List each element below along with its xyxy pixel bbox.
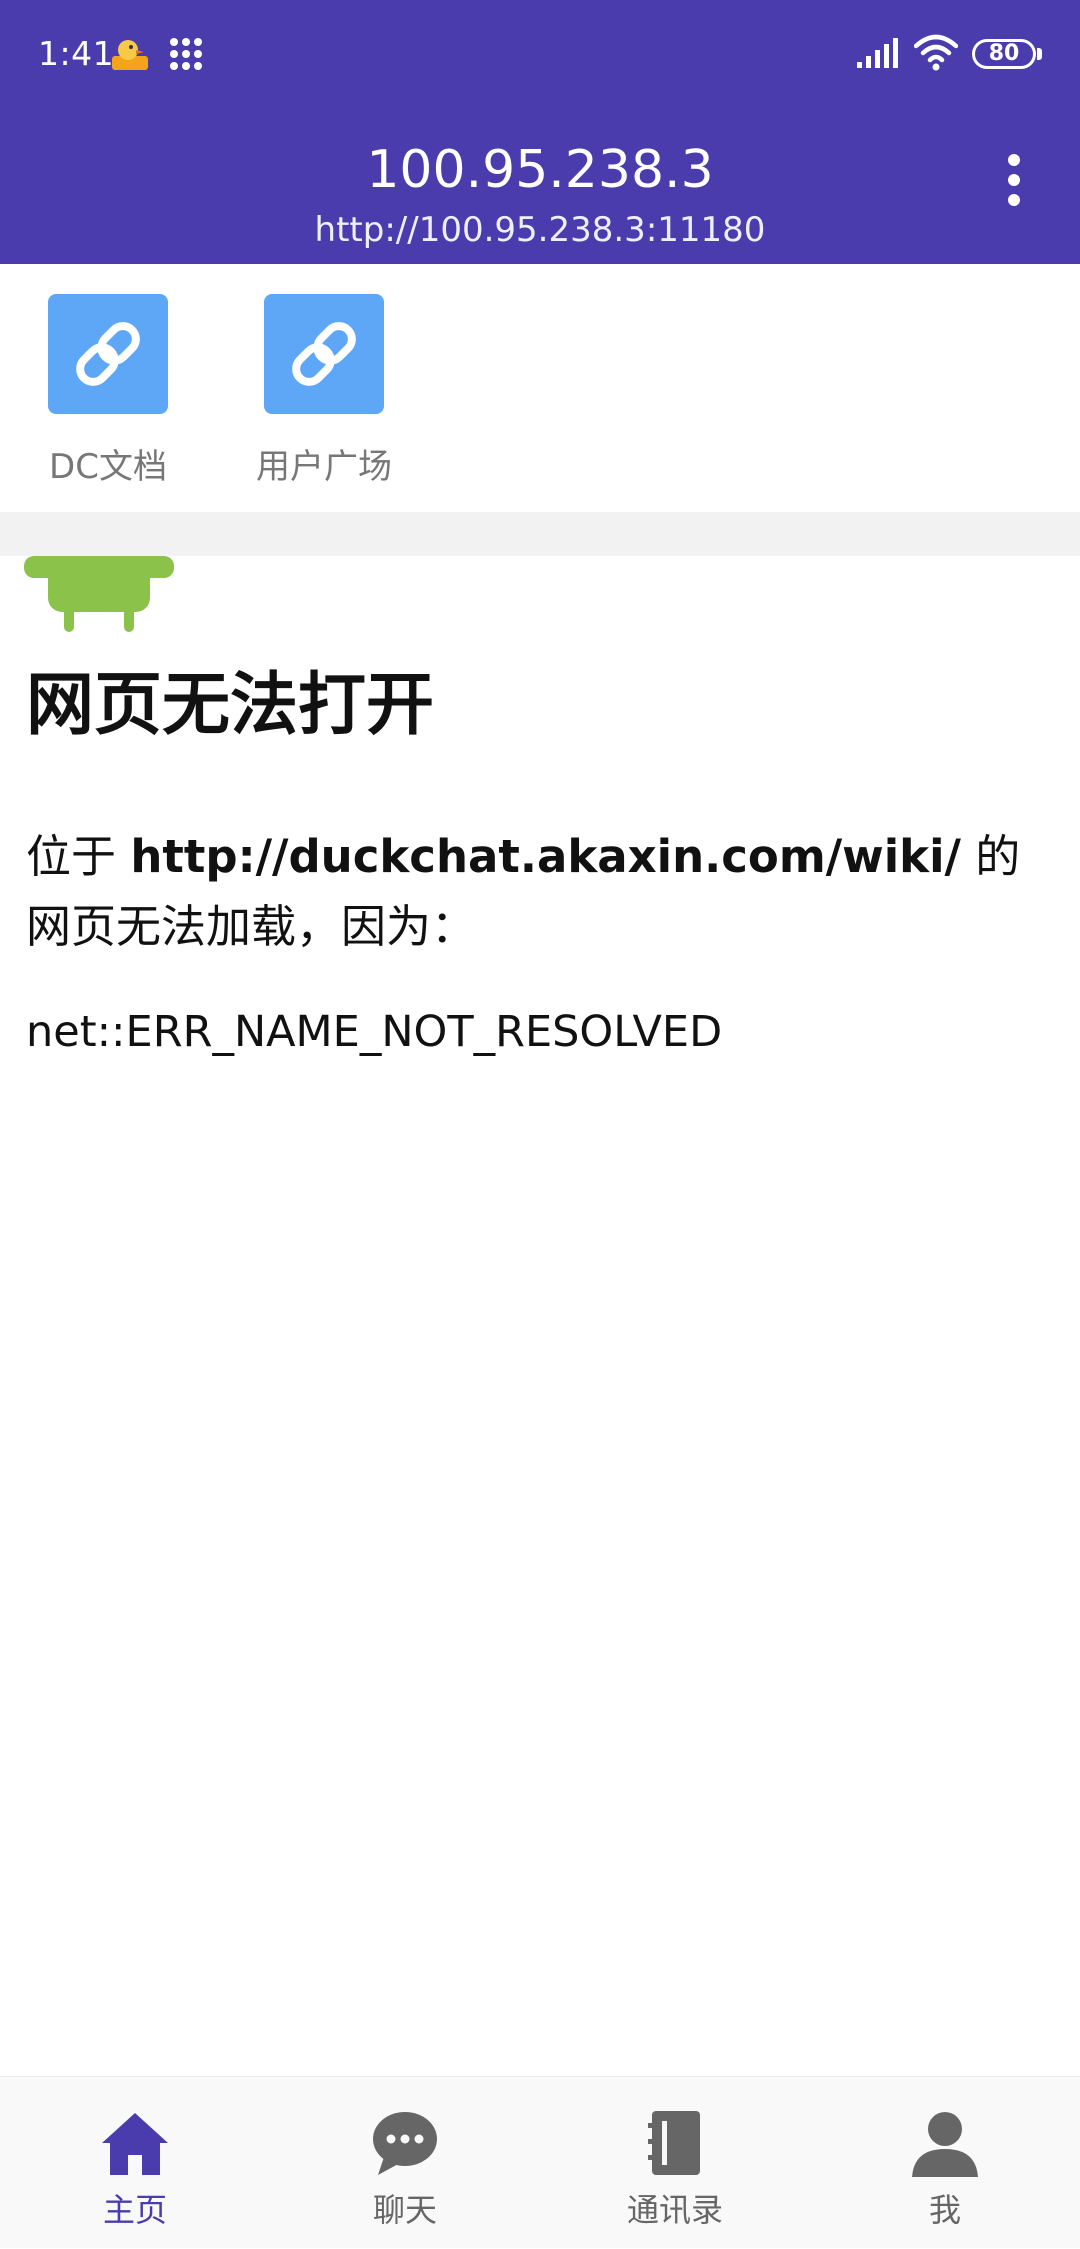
link-icon	[76, 322, 140, 386]
shortcut-tile[interactable]	[48, 294, 168, 414]
nav-home[interactable]: 主页	[0, 2077, 270, 2249]
android-icon	[24, 556, 174, 632]
error-code: net::ERR_NAME_NOT_RESOLVED	[26, 1007, 723, 1057]
nav-contacts[interactable]: 通讯录	[540, 2077, 810, 2249]
page-subtitle: http://100.95.238.3:11180	[314, 210, 766, 250]
nav-me[interactable]: 我	[810, 2077, 1080, 2249]
status-time: 1:41	[38, 34, 115, 73]
nav-chat[interactable]: 聊天	[270, 2077, 540, 2249]
error-heading: 网页无法打开	[26, 666, 435, 745]
contacts-book-icon	[648, 2111, 700, 2175]
webview[interactable]: 网页无法打开 位于 http://duckchat.akaxin.com/wik…	[0, 556, 1080, 2076]
signal-icon	[857, 38, 898, 68]
home-icon	[102, 2113, 168, 2175]
shortcut-tile[interactable]	[264, 294, 384, 414]
error-description: 位于 http://duckchat.akaxin.com/wiki/ 的网页无…	[26, 822, 1056, 962]
link-icon	[292, 322, 356, 386]
person-icon	[912, 2112, 978, 2177]
duck-app-icon	[112, 40, 148, 70]
shortcut-label: DC文档	[49, 447, 167, 487]
error-desc-prefix: 位于	[26, 830, 131, 883]
chat-icon	[373, 2112, 437, 2175]
nav-label: 我	[928, 2191, 961, 2229]
more-vertical-icon[interactable]	[994, 150, 1034, 210]
section-divider	[0, 512, 1080, 556]
wifi-icon	[914, 34, 958, 71]
grid-icon	[170, 38, 202, 70]
bottom-navigation: 主页 聊天 通讯录 我	[0, 2076, 1080, 2248]
top-header: 1:41 80 100.95.238.3 http://100.95.238.3…	[0, 0, 1080, 264]
battery-level: 80	[988, 41, 1020, 66]
shortcut-dc-docs[interactable]: DC文档	[18, 294, 198, 494]
battery-icon: 80	[972, 39, 1036, 69]
shortcut-user-plaza[interactable]: 用户广场	[234, 294, 414, 494]
error-url: http://duckchat.akaxin.com/wiki/	[130, 830, 961, 883]
shortcut-row: DC文档 用户广场	[0, 264, 1080, 512]
nav-label: 聊天	[372, 2191, 437, 2229]
nav-label: 主页	[102, 2191, 167, 2229]
nav-label: 通讯录	[626, 2191, 723, 2229]
page-title: 100.95.238.3	[366, 140, 714, 200]
battery-nub	[1037, 48, 1042, 60]
shortcut-label: 用户广场	[256, 447, 392, 487]
